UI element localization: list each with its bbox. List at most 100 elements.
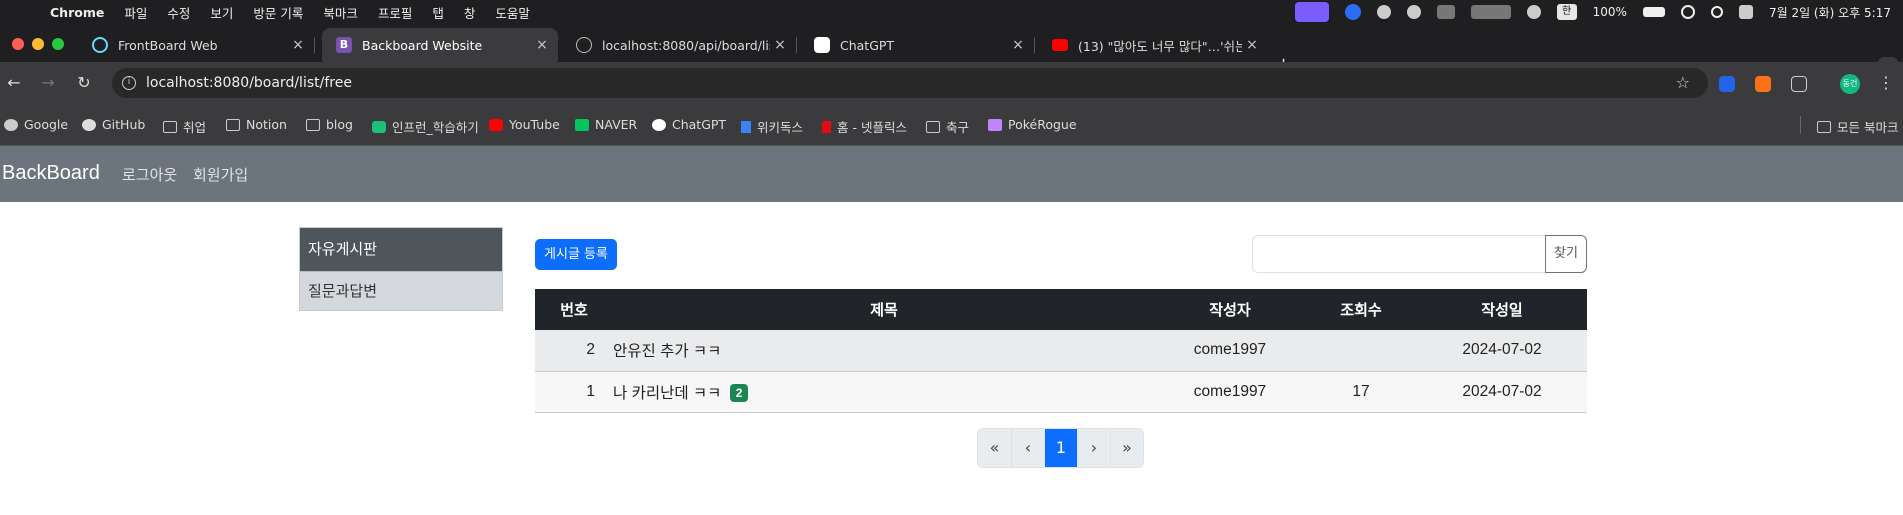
menu-window[interactable]: 창	[464, 3, 476, 22]
bookmark-star-icon[interactable]: ☆	[1676, 73, 1690, 92]
close-icon[interactable]: ×	[1242, 37, 1262, 53]
bookmark-inflearn[interactable]: 인프런_학습하기	[372, 117, 479, 136]
page-number-button[interactable]: 1	[1044, 429, 1077, 467]
address-bar[interactable]: i localhost:8080/board/list/free ☆	[112, 68, 1708, 98]
nav-logout-link[interactable]: 로그아웃	[122, 164, 177, 185]
profile-avatar[interactable]: 동건	[1840, 74, 1860, 94]
column-header-views: 조회수	[1305, 289, 1417, 330]
screen-share-icon[interactable]	[1294, 2, 1329, 22]
bookmark-github[interactable]: GitHub	[82, 117, 145, 132]
tab-label: ChatGPT	[840, 37, 895, 53]
datetime[interactable]: 7월 2일 (화) 오후 5:17	[1769, 4, 1891, 21]
bookmark-youtube[interactable]: YouTube	[489, 117, 560, 132]
menu-help[interactable]: 도움말	[495, 3, 530, 22]
bookmark-pokerogue[interactable]: PokéRogue	[988, 117, 1077, 132]
tab-chatgpt[interactable]: ChatGPT ×	[800, 28, 1035, 62]
forward-button[interactable]: →	[36, 71, 60, 95]
back-button[interactable]: ←	[2, 71, 26, 95]
bookmark-folder-blog[interactable]: blog	[306, 117, 353, 132]
bookmark-netflix[interactable]: 홈 - 넷플릭스	[822, 117, 907, 136]
bookmark-naver[interactable]: NAVER	[575, 117, 637, 132]
tab-localhost-api[interactable]: localhost:8080/api/board/list/ ×	[562, 28, 797, 62]
nav-signup-link[interactable]: 회원가입	[193, 164, 248, 185]
sidebar-item-free-board[interactable]: 자유게시판	[300, 228, 502, 271]
tab-youtube[interactable]: (13) "많아도 너무 많다"…'쉬는 청 ×	[1038, 28, 1268, 62]
site-brand[interactable]: BackBoard	[2, 162, 100, 185]
bookmark-folder-jobs[interactable]: 취업	[163, 117, 206, 136]
page-first-button[interactable]: «	[978, 429, 1011, 467]
menu-file[interactable]: 파일	[124, 3, 147, 22]
menu-tab[interactable]: 탭	[432, 3, 444, 22]
close-icon[interactable]: ×	[288, 37, 308, 53]
post-number: 2	[535, 330, 613, 372]
zoom-icon[interactable]	[1344, 4, 1361, 20]
tab-strip: FrontBoard Web × B Backboard Website × l…	[0, 24, 1903, 77]
folder-icon	[163, 120, 177, 133]
extensions-puzzle-icon[interactable]	[1791, 76, 1807, 92]
maximize-window-button[interactable]	[52, 38, 64, 50]
battery-icon[interactable]	[1642, 7, 1665, 17]
input-method-icon[interactable]: 한	[1556, 4, 1577, 20]
bookmarks-bar: Google GitHub 취업 Notion blog 인프런_학습하기 Yo…	[0, 104, 1903, 146]
close-icon[interactable]: ×	[1008, 37, 1028, 53]
menu-edit[interactable]: 수정	[167, 3, 190, 22]
window-icon[interactable]	[1436, 5, 1455, 19]
pagination: « ‹ 1 › »	[977, 428, 1144, 468]
post-title-link[interactable]: 나 카리난데 ㅋㅋ	[613, 385, 721, 402]
page-next-button[interactable]: ›	[1077, 429, 1110, 467]
site-info-icon[interactable]: i	[122, 76, 136, 90]
browser-toolbar: ← → ↻ i localhost:8080/board/list/free ☆…	[0, 62, 1903, 104]
page-last-button[interactable]: »	[1110, 429, 1143, 467]
search-input[interactable]	[1252, 235, 1546, 273]
minimize-window-button[interactable]	[32, 38, 44, 50]
reload-button[interactable]: ↻	[72, 71, 96, 95]
menu-app-name[interactable]: Chrome	[50, 5, 104, 20]
close-icon[interactable]: ×	[770, 37, 790, 53]
menu-bookmarks[interactable]: 북마크	[323, 3, 358, 22]
bookmark-label: YouTube	[509, 117, 560, 132]
bookmark-label: NAVER	[595, 117, 638, 132]
bookmark-folder-soccer[interactable]: 축구	[926, 117, 969, 136]
tab-backboard[interactable]: B Backboard Website ×	[322, 28, 558, 62]
url-text[interactable]: localhost:8080/board/list/free	[146, 75, 352, 91]
new-post-button[interactable]: 게시글 등록	[535, 239, 617, 270]
bookmark-folder-notion[interactable]: Notion	[226, 117, 287, 132]
sidebar-item-qna[interactable]: 질문과답변	[300, 271, 502, 310]
messenger-icon[interactable]	[1376, 5, 1391, 19]
close-window-button[interactable]	[12, 38, 24, 50]
play-icon[interactable]	[1526, 5, 1541, 19]
bookmark-wikidocs[interactable]: 위키독스	[741, 117, 803, 136]
table-row[interactable]: 1 나 카리난데 ㅋㅋ 2 come1997 17 2024-07-02	[535, 371, 1587, 413]
table-header-row: 번호 제목 작성자 조회수 작성일	[535, 289, 1587, 330]
column-header-title: 제목	[613, 289, 1155, 330]
menu-history[interactable]: 방문 기록	[253, 3, 303, 22]
naver-icon	[575, 118, 589, 131]
control-center-icon[interactable]	[1738, 5, 1753, 19]
search-icon[interactable]	[1710, 6, 1723, 18]
search-button[interactable]: 찾기	[1545, 235, 1587, 273]
kebab-menu-icon[interactable]: ⋮	[1874, 71, 1898, 95]
all-bookmarks-folder[interactable]: 모든 북마크	[1817, 117, 1898, 136]
tab-frontboard[interactable]: FrontBoard Web ×	[78, 28, 315, 62]
table-row[interactable]: 2 안유진 추가 ㅋㅋ come1997 2024-07-02	[535, 330, 1587, 372]
pokerogue-icon	[988, 118, 1002, 131]
bookmark-label: Google	[24, 117, 69, 132]
chat-icon[interactable]	[1406, 5, 1421, 19]
menu-view[interactable]: 보기	[210, 3, 233, 22]
page-prev-button[interactable]: ‹	[1011, 429, 1044, 467]
extension-password-icon[interactable]	[1719, 76, 1735, 92]
wifi-icon[interactable]	[1680, 5, 1695, 19]
folder-icon	[306, 118, 320, 131]
tab-label: (13) "많아도 너무 많다"…'쉬는 청	[1078, 38, 1242, 54]
post-title-link[interactable]: 안유진 추가 ㅋㅋ	[613, 343, 721, 360]
bookmark-label: GitHub	[102, 117, 146, 132]
wikidocs-icon	[741, 120, 751, 133]
bookmark-chatgpt[interactable]: ChatGPT	[652, 117, 726, 132]
close-icon[interactable]: ×	[532, 37, 552, 53]
extension-rx-icon[interactable]	[1755, 76, 1771, 92]
youtube-icon	[1052, 39, 1068, 51]
bookmark-google[interactable]: Google	[4, 117, 68, 132]
menu-profiles[interactable]: 프로필	[378, 3, 413, 22]
truck-icon[interactable]	[1470, 5, 1511, 19]
chatgpt-icon	[652, 118, 666, 131]
